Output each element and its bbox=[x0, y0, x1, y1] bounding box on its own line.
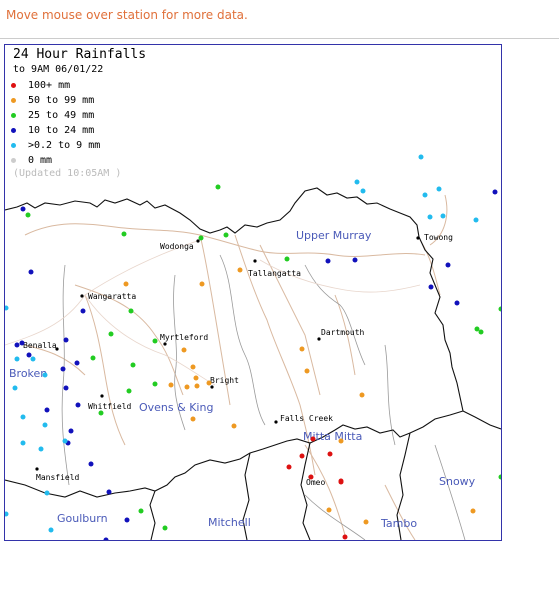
legend-item-100plus: 100+ mm bbox=[11, 78, 70, 92]
roads bbox=[5, 239, 421, 386]
grey-dot-icon bbox=[11, 157, 16, 163]
town-bright: Bright bbox=[210, 376, 239, 385]
legend-subtitle: to 9AM 06/01/22 bbox=[13, 64, 104, 75]
stations-red[interactable] bbox=[286, 436, 348, 540]
town-towong: Towong bbox=[424, 233, 453, 242]
town-mansfield: Mansfield bbox=[36, 473, 80, 482]
region-labels: Upper Murray Ovens & King Mitta Mitta Br… bbox=[9, 229, 476, 530]
divider bbox=[0, 38, 559, 39]
region-tambo: Tambo bbox=[380, 517, 417, 530]
legend-label: 10 to 24 mm bbox=[28, 124, 95, 136]
blue-dot-icon bbox=[11, 127, 16, 133]
stations-blue[interactable] bbox=[14, 189, 498, 541]
rivers bbox=[24, 194, 448, 540]
legend-item-50-99: 50 to 99 mm bbox=[11, 93, 94, 107]
region-upper-murray: Upper Murray bbox=[296, 229, 372, 242]
updated-time: (Updated 10:05AM ) bbox=[13, 168, 122, 179]
legend-item-02-9: >0.2 to 9 mm bbox=[11, 138, 100, 152]
red-dot-icon bbox=[11, 82, 16, 88]
legend-label: 100+ mm bbox=[28, 79, 71, 91]
legend-title: 24 Hour Rainfalls bbox=[13, 47, 147, 62]
town-falls-creek: Falls Creek bbox=[280, 414, 333, 423]
legend-label: >0.2 to 9 mm bbox=[28, 139, 101, 151]
orange-dot-icon bbox=[11, 97, 16, 103]
region-goulburn: Goulburn bbox=[57, 512, 108, 525]
hover-hint: Move mouse over station for more data. bbox=[6, 8, 248, 22]
town-omeo: Omeo bbox=[306, 478, 325, 487]
legend-label: 25 to 49 mm bbox=[28, 109, 95, 121]
town-myrtleford: Myrtleford bbox=[160, 333, 208, 342]
legend-item-10-24: 10 to 24 mm bbox=[11, 123, 94, 137]
town-wodonga: Wodonga bbox=[160, 242, 194, 251]
legend-label: 0 mm bbox=[28, 154, 53, 166]
green-dot-icon bbox=[11, 112, 16, 118]
region-ovens-king: Ovens & King bbox=[139, 401, 213, 414]
town-whitfield: Whitfield bbox=[88, 402, 132, 411]
town-tallangatta: Tallangatta bbox=[248, 269, 301, 278]
legend-item-25-49: 25 to 49 mm bbox=[11, 108, 94, 122]
cyan-dot-icon bbox=[11, 142, 16, 148]
stations-orange[interactable] bbox=[123, 267, 476, 525]
region-mitchell: Mitchell bbox=[208, 516, 251, 529]
region-broken: Broken bbox=[9, 367, 47, 380]
town-benalla: Benalla bbox=[23, 341, 57, 350]
town-wangaratta: Wangaratta bbox=[88, 292, 136, 301]
region-snowy: Snowy bbox=[439, 475, 476, 488]
town-dartmouth: Dartmouth bbox=[321, 328, 365, 337]
legend-item-0: 0 mm bbox=[11, 153, 52, 167]
rainfall-map: Upper Murray Ovens & King Mitta Mitta Br… bbox=[4, 44, 502, 541]
legend-label: 50 to 99 mm bbox=[28, 94, 95, 106]
